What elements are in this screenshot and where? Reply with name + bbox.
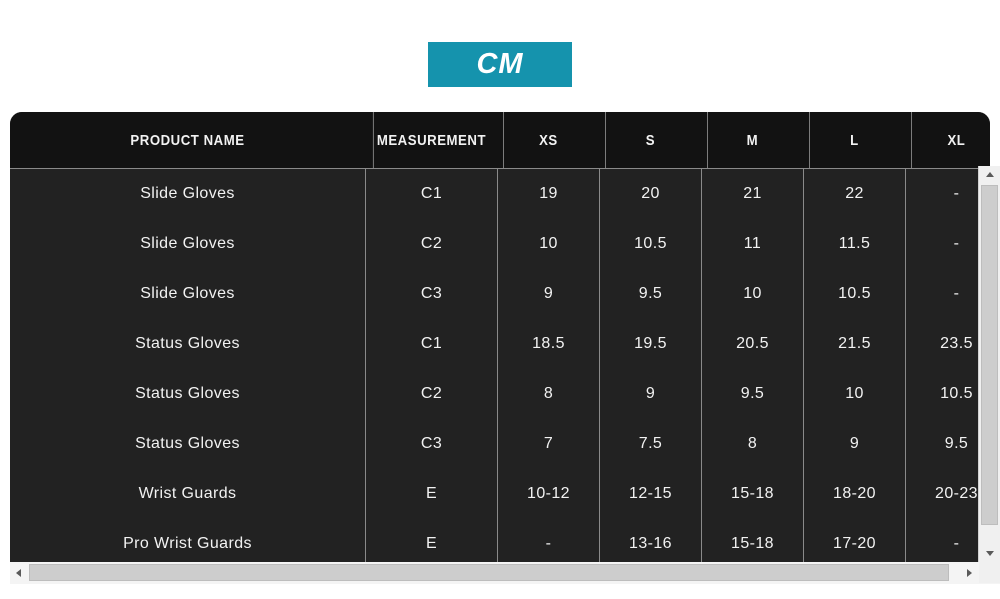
cell-product: Slide Gloves: [140, 235, 235, 252]
cell-s: 19.5: [599, 319, 701, 369]
cell-product: Wrist Guards: [138, 485, 237, 502]
cell-measurement: C1: [365, 169, 497, 219]
cell-s: 7.5: [599, 419, 701, 469]
cell-m: 21: [701, 169, 803, 219]
column-header-measurement: MEASUREMENT: [372, 112, 489, 168]
table-header-row: PRODUCT NAME MEASUREMENT XS S M L XL: [10, 112, 990, 169]
cell-xs: -: [497, 519, 599, 562]
cell-s: 13-16: [599, 519, 701, 562]
column-header-l: L: [809, 112, 899, 168]
scroll-left-button[interactable]: [10, 562, 27, 583]
cell-s: 10.5: [599, 219, 701, 269]
cell-l: 11.5: [803, 219, 905, 269]
cell-m: 20.5: [701, 319, 803, 369]
triangle-up-icon: [985, 172, 994, 177]
column-header-xl: XL: [911, 112, 990, 168]
cell-xs: 18.5: [497, 319, 599, 369]
cell-xs: 8: [497, 369, 599, 419]
unit-tab-cm[interactable]: CM: [428, 42, 572, 87]
vertical-scrollbar[interactable]: [978, 166, 1000, 562]
column-header-xs: XS: [503, 112, 593, 168]
vertical-scrollbar-thumb[interactable]: [981, 185, 998, 525]
table-row: Slide Gloves C2 10 10.5 11 11.5-: [10, 219, 990, 269]
cell-m: 9.5: [701, 369, 803, 419]
cell-m: 15-18: [701, 469, 803, 519]
cell-l: 18-20: [803, 469, 905, 519]
cell-xs: 19: [497, 169, 599, 219]
cell-measurement: E: [365, 469, 497, 519]
column-header-product: PRODUCT NAME: [130, 131, 245, 149]
scroll-down-button[interactable]: [979, 545, 1000, 562]
table-row: Status Gloves C1 18.5 19.5 20.5 21.5 23.5: [10, 319, 990, 369]
column-header-s: S: [605, 112, 695, 168]
cell-measurement: C3: [365, 269, 497, 319]
cell-l: 10: [803, 369, 905, 419]
table-body: Slide Gloves C1 19 20 21 22- Slide Gloves C2 10 1…: [10, 169, 990, 562]
size-table: PRODUCT NAME MEASUREMENT XS S M L XL Slide Glo…: [10, 112, 990, 562]
unit-tab-bar: CM: [0, 42, 1000, 90]
size-table-viewport: PRODUCT NAME MEASUREMENT XS S M L XL Slide Glo…: [10, 112, 990, 562]
cell-l: 22: [803, 169, 905, 219]
cell-m: 15-18: [701, 519, 803, 562]
cell-m: 11: [701, 219, 803, 269]
cell-m: 10: [701, 269, 803, 319]
cell-measurement: C3: [365, 419, 497, 469]
triangle-right-icon: [967, 568, 972, 577]
table-row: Slide Gloves C3 9 9.5 10 10.5-: [10, 269, 990, 319]
scrollbar-corner: [979, 562, 1000, 583]
cell-xs: 7: [497, 419, 599, 469]
cell-xs: 10-12: [497, 469, 599, 519]
cell-l: 21.5: [803, 319, 905, 369]
table-row: Wrist Guards E 10-12 12-15 15-18 18-20 20-23: [10, 469, 990, 519]
cell-product: Pro Wrist Guards: [123, 535, 252, 552]
column-header-m: M: [707, 112, 797, 168]
cell-measurement: C1: [365, 319, 497, 369]
cell-xs: 9: [497, 269, 599, 319]
triangle-left-icon: [16, 568, 21, 577]
cell-product: Status Gloves: [135, 385, 240, 402]
triangle-down-icon: [985, 551, 994, 556]
cell-product: Status Gloves: [135, 435, 240, 452]
cell-product: Status Gloves: [135, 335, 240, 352]
cell-measurement: E: [365, 519, 497, 562]
cell-l: 10.5: [803, 269, 905, 319]
cell-s: 12-15: [599, 469, 701, 519]
scroll-right-button[interactable]: [961, 562, 978, 583]
table-row: Status Gloves C3 7 7.5 8 9 9.5: [10, 419, 990, 469]
cell-measurement: C2: [365, 219, 497, 269]
cell-product: Slide Gloves: [140, 285, 235, 302]
table-row: Pro Wrist Guards E -13-16 15-18 17-20-: [10, 519, 990, 562]
scroll-up-button[interactable]: [979, 166, 1000, 183]
cell-xs: 10: [497, 219, 599, 269]
horizontal-scrollbar-thumb[interactable]: [29, 564, 949, 581]
cell-s: 9: [599, 369, 701, 419]
cell-l: 9: [803, 419, 905, 469]
cell-measurement: C2: [365, 369, 497, 419]
table-row: Slide Gloves C1 19 20 21 22-: [10, 169, 990, 219]
cell-s: 9.5: [599, 269, 701, 319]
size-chart-page: CM PRODUCT NAME MEASUREMENT XS S M L XL Slide …: [0, 0, 1000, 599]
cell-l: 17-20: [803, 519, 905, 562]
cell-m: 8: [701, 419, 803, 469]
table-row: Status Gloves C2 8 9 9.5 10 10.5: [10, 369, 990, 419]
cell-s: 20: [599, 169, 701, 219]
cell-product: Slide Gloves: [140, 185, 235, 202]
horizontal-scrollbar[interactable]: [10, 562, 1000, 584]
